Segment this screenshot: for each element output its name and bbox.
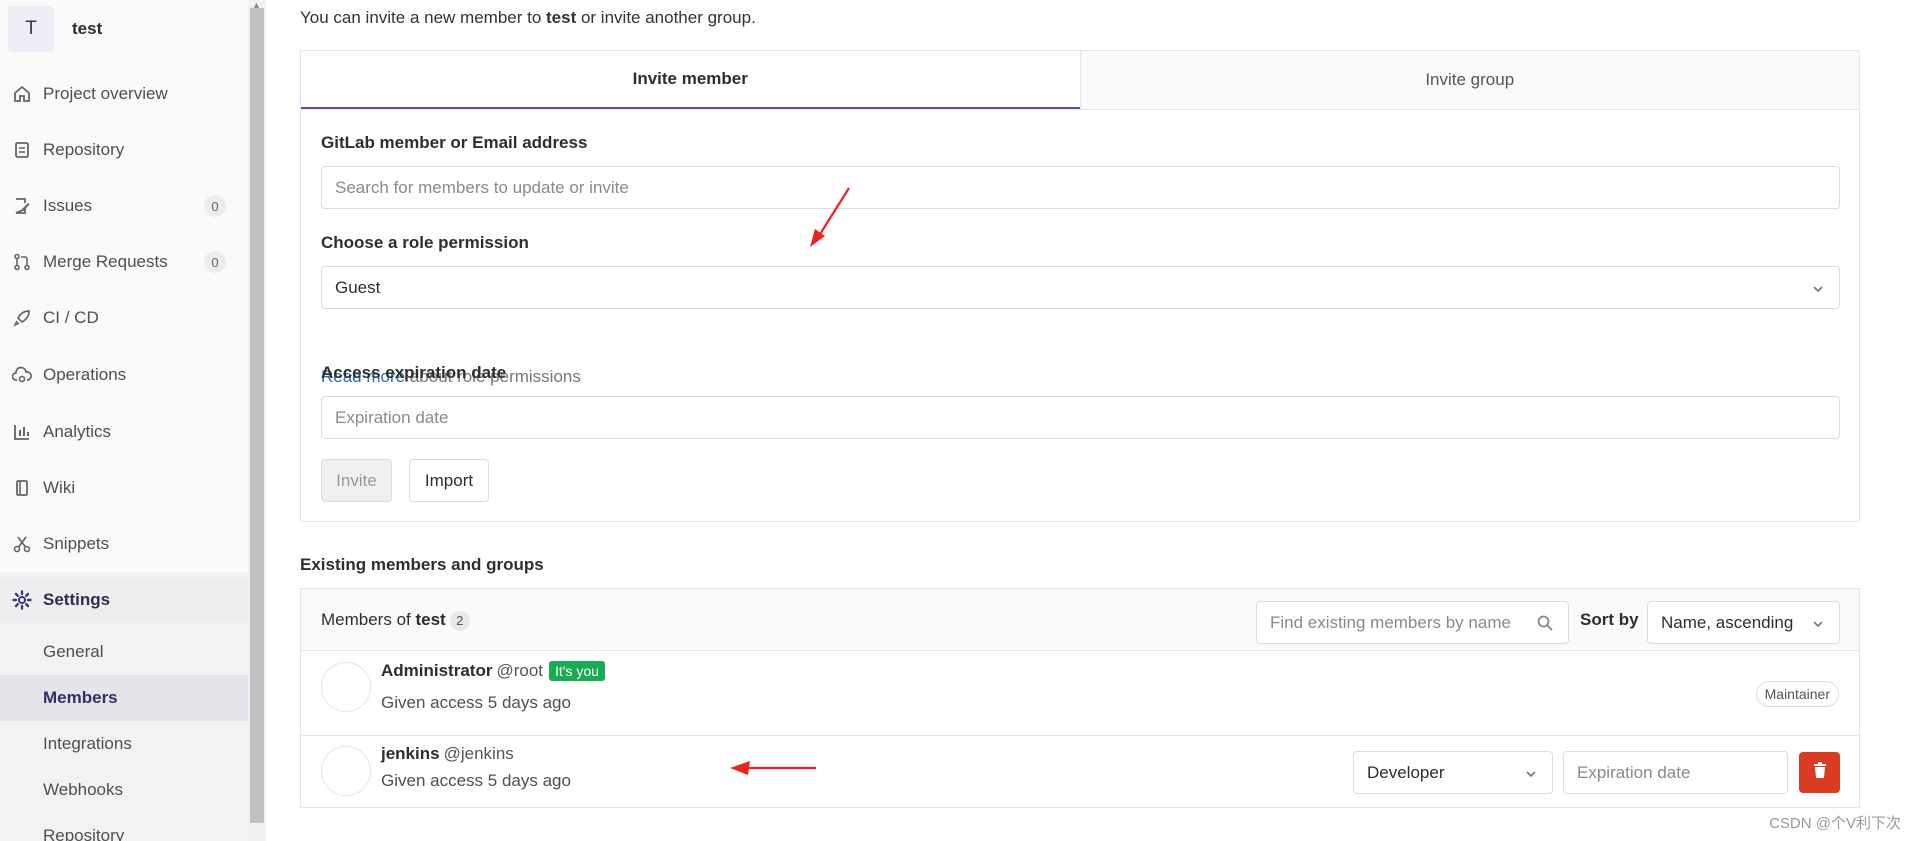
member-access-meta: Given access 5 days ago [381, 693, 571, 712]
trash-icon [1812, 761, 1828, 784]
invite-tabs: Invite member Invite group [301, 51, 1859, 110]
role-field-label: Choose a role permission [321, 233, 529, 252]
remove-member-button[interactable] [1799, 752, 1840, 793]
member-username: @jenkins [443, 744, 514, 763]
sidebar-item-settings[interactable]: Settings [0, 578, 248, 622]
sidebar-subitem-webhooks[interactable]: Webhooks [0, 767, 248, 813]
chevron-down-icon [1811, 281, 1825, 301]
member-filter-placeholder: Find existing members by name [1270, 612, 1511, 632]
sidebar-item-label: Wiki [43, 478, 76, 497]
import-button[interactable]: Import [409, 459, 489, 502]
tab-invite-member[interactable]: Invite member [301, 51, 1080, 109]
sidebar-item-label: Project overview [43, 84, 168, 103]
project-header[interactable]: T test [8, 6, 102, 52]
invite-card: Invite member Invite group GitLab member… [300, 50, 1860, 522]
sidebar-item-wiki[interactable]: Wiki [0, 466, 248, 510]
scroll-up-arrow-icon[interactable]: ▲ [252, 0, 261, 10]
its-you-badge: It's you [549, 661, 605, 681]
expiry-field-label: Access expiration date [321, 363, 507, 382]
role-badge: Maintainer [1755, 681, 1839, 707]
sidebar: T test Project overview Repository Issue… [0, 0, 250, 841]
sort-select[interactable]: Name, ascending [1647, 601, 1840, 644]
book-icon [12, 478, 32, 498]
member-row: Administrator @root It's you Given access … [301, 651, 1859, 735]
avatar[interactable] [321, 662, 371, 712]
project-name[interactable]: test [72, 19, 102, 39]
sidebar-item-label: CI / CD [43, 308, 99, 327]
sidebar-subitem-members[interactable]: Members [0, 675, 248, 721]
chart-icon [12, 422, 32, 442]
sidebar-item-ci-cd[interactable]: CI / CD [0, 296, 248, 340]
sidebar-subitem-general[interactable]: General [0, 629, 248, 675]
members-card: Members of test 2 Find existing members b… [300, 588, 1860, 808]
sidebar-item-label: Merge Requests [43, 252, 168, 271]
sidebar-scrollbar-thumb[interactable] [250, 8, 264, 823]
sidebar-item-operations[interactable]: Operations [0, 353, 248, 397]
intro-project-name: test [546, 8, 577, 27]
annotation-arrow-icon [730, 761, 816, 775]
sidebar-item-label: Analytics [43, 422, 112, 441]
rocket-icon [12, 308, 32, 328]
invite-intro: You can invite a new member to test or i… [300, 8, 756, 27]
document-icon [12, 140, 32, 160]
chevron-down-icon [1524, 766, 1538, 786]
member-field-label: GitLab member or Email address [321, 133, 588, 152]
annotation-arrow-icon [810, 187, 850, 247]
sidebar-item-label: Settings [43, 590, 111, 609]
expiry-date-input[interactable]: Expiration date [321, 396, 1840, 439]
member-name[interactable]: jenkins @jenkins [381, 744, 514, 764]
member-access-meta: Given access 5 days ago [381, 771, 571, 790]
members-header: Members of test 2 Find existing members b… [301, 589, 1859, 651]
sidebar-item-merge-requests[interactable]: Merge Requests 0 [0, 240, 248, 284]
sidebar-item-label: Operations [43, 365, 127, 384]
sidebar-item-label: Issues [43, 196, 93, 215]
members-count-badge: 2 [449, 610, 470, 631]
sidebar-item-snippets[interactable]: Snippets [0, 522, 248, 566]
gear-icon [12, 590, 32, 610]
sidebar-item-label: Repository [43, 140, 125, 159]
member-search-input[interactable]: Search for members to update or invite [321, 166, 1840, 209]
watermark: CSDN @个V利下次 [1769, 815, 1901, 832]
tab-invite-group[interactable]: Invite group [1079, 51, 1859, 109]
sidebar-item-repository[interactable]: Repository [0, 128, 248, 172]
issues-icon [12, 196, 32, 216]
scissors-icon [12, 534, 32, 554]
role-select-value: Guest [335, 277, 381, 297]
home-icon [12, 84, 32, 104]
sort-select-value: Name, ascending [1661, 612, 1794, 632]
member-role-select[interactable]: Developer [1353, 751, 1553, 794]
avatar[interactable] [321, 746, 371, 796]
cloud-gear-icon [12, 365, 32, 385]
member-expiry-input[interactable]: Expiration date [1563, 751, 1788, 794]
role-select[interactable]: Guest [321, 266, 1840, 309]
invite-button[interactable]: Invite [321, 459, 392, 502]
member-role-value: Developer [1367, 762, 1445, 782]
project-avatar[interactable]: T [8, 6, 54, 52]
sidebar-subitem-repository[interactable]: Repository [0, 813, 248, 841]
sidebar-subitem-integrations[interactable]: Integrations [0, 721, 248, 767]
sort-by-label: Sort by [1580, 610, 1639, 629]
sidebar-item-project-overview[interactable]: Project overview [0, 72, 248, 116]
merge-requests-count-badge: 0 [204, 251, 226, 273]
search-icon[interactable] [1536, 614, 1554, 637]
sidebar-item-analytics[interactable]: Analytics [0, 410, 248, 454]
members-title: Members of test 2 [321, 610, 470, 631]
sidebar-item-issues[interactable]: Issues 0 [0, 184, 248, 228]
merge-request-icon [12, 252, 32, 272]
member-username: @root [496, 661, 544, 680]
issues-count-badge: 0 [204, 195, 226, 217]
member-name[interactable]: Administrator @root It's you [381, 661, 605, 681]
sidebar-item-label: Snippets [43, 534, 110, 553]
existing-members-heading: Existing members and groups [300, 555, 544, 574]
member-row: jenkins @jenkins Given access 5 days ago … [301, 736, 1859, 808]
chevron-down-icon [1811, 616, 1825, 636]
member-filter-input[interactable]: Find existing members by name [1256, 601, 1569, 644]
